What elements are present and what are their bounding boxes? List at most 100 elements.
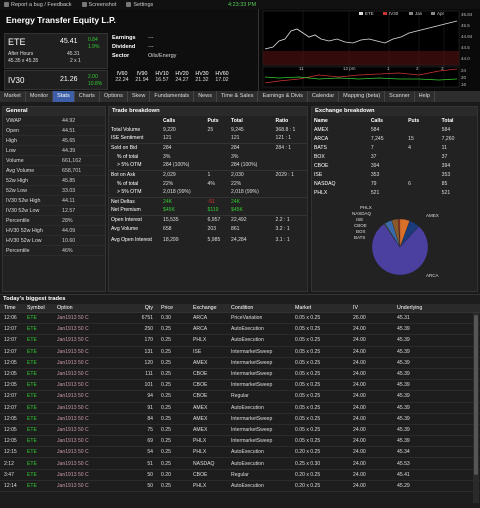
company-name: Energy Transfer Equity L.P. xyxy=(6,15,116,25)
table-row[interactable]: 12:07 ETE Jan1913 50 C 170 0.25 PHLX AutoExecu… xyxy=(0,335,480,347)
table-row: Avg Volume 658 203 861 3.2 : 1 xyxy=(111,225,290,232)
price-tick-2: 45.5 xyxy=(461,23,470,28)
tab-scanner[interactable]: Scanner xyxy=(385,91,415,102)
table-row[interactable]: 2:12 ETE Jan1913 50 C 51 0.25 NASDAQ AutoExecu… xyxy=(0,458,480,470)
tab-market[interactable]: Market xyxy=(0,91,26,102)
exchange-pie-chart: PHLX NASDAQ ISE CBOE BOX BATS AMEX ARCA xyxy=(352,205,439,278)
general-row: Avg Volume 658,701 xyxy=(3,166,105,176)
screenshot-button[interactable]: Screenshot xyxy=(81,2,116,8)
tab-help[interactable]: Help xyxy=(415,91,435,102)
tab-time-sales[interactable]: Time & Sales xyxy=(217,91,259,102)
tab-earnings-divis[interactable]: Earnings & Divis xyxy=(258,91,308,102)
legend-iv30: IV30 xyxy=(389,11,399,16)
tab-monitor[interactable]: Monitor xyxy=(26,91,54,102)
pie-label-phlx: PHLX xyxy=(360,205,372,210)
tab-skew[interactable]: Skew xyxy=(128,91,151,102)
table-row: ARCA 7,245 15 7,260 xyxy=(314,135,455,142)
table-row[interactable]: 12:05 ETE Jan1913 50 C 75 0.25 AMEX Intermarke… xyxy=(0,425,480,437)
iv-tick-2: 20 xyxy=(461,75,467,80)
price-tick-4: 44.5 xyxy=(461,45,470,50)
general-row: IV30 52w Low 12.57 xyxy=(3,206,105,216)
clock: 4:23:33 PM xyxy=(228,1,257,8)
tab-fundamentals[interactable]: Fundamentals xyxy=(150,91,195,102)
table-row[interactable]: 12:05 ETE Jan1913 50 C 101 0.25 CBOE Intermark… xyxy=(0,380,480,392)
legend-jan[interactable]: Jan xyxy=(415,11,423,16)
table-row[interactable]: 12:05 ETE Jan1913 50 C 84 0.25 AMEX Intermarke… xyxy=(0,414,480,425)
iv-hv-summary: IV60 22.24 IV90 21.94 HV10 16.57 HV20 24.27 … xyxy=(115,71,229,83)
iv30-box: IV30 21.26 2.00 10.8% xyxy=(4,70,108,90)
general-row: 52w Low 33.03 xyxy=(3,186,105,196)
after-hours-label: After Hours xyxy=(8,51,34,57)
tab-mapping[interactable]: Mapping (beta) xyxy=(339,91,386,102)
general-row: Percentile 46% xyxy=(3,246,105,256)
trades-scroll-thumb[interactable] xyxy=(474,315,478,475)
bid-ask-size: 2 x 1 xyxy=(70,58,81,64)
table-row[interactable]: 12:14 ETE Jan1913 50 C 50 0.25 PHLX AutoExecut… xyxy=(0,481,480,492)
general-row: HV30 52w High 44.09 xyxy=(3,226,105,236)
table-row: Sold on Bid 284 284 284 : 1 xyxy=(109,142,307,152)
table-row: Avg Open Interest 18,299 5,985 24,284 3.1 : … xyxy=(111,237,290,243)
table-row: Bot on Ask 2,029 1 2,030 2029 : 1 xyxy=(109,169,307,179)
info-list: Earnings --- Dividend --- Sector Oils/Energ… xyxy=(112,33,257,60)
settings-button[interactable]: Settings xyxy=(126,2,153,8)
price-change: 0.84 xyxy=(88,37,98,43)
legend-apr[interactable]: Apr xyxy=(437,11,445,16)
table-row: BATS 7 4 11 xyxy=(314,144,447,151)
table-row: Open Interest 15,535 6,957 22,492 2.2 : 1 xyxy=(109,214,307,224)
pie-label-nasdaq: NASDAQ xyxy=(352,211,372,216)
general-panel: General VWAP 44.92 Open 44.51 High 45.65 Lo… xyxy=(2,106,106,292)
time-tick-1: 11 xyxy=(299,66,304,71)
gear-icon xyxy=(126,2,132,7)
table-header-row: Calls Puts Total Ratio xyxy=(163,117,289,124)
iv30-change: 2.00 xyxy=(88,74,98,80)
last-price: 45.41 xyxy=(60,38,78,45)
table-row: Net Premium $45K $119 $45K xyxy=(111,207,243,214)
general-title: General xyxy=(3,107,105,116)
price-change-pct: 1.9% xyxy=(88,44,100,50)
iv30-value: 21.26 xyxy=(60,76,78,83)
table-row: BOX 37 37 xyxy=(314,153,448,160)
table-row[interactable]: 12:05 ETE Jan1913 50 C 111 0.25 CBOE Intermark… xyxy=(0,369,480,381)
price-tick-3: 44.94 xyxy=(461,34,473,39)
biggest-trades-panel: Today's biggest trades Time Symbol Option Q… xyxy=(0,294,480,508)
tab-options[interactable]: Options xyxy=(100,91,128,102)
table-row: AMEX 584 584 xyxy=(314,126,451,133)
general-row: Open 44.51 xyxy=(3,126,105,136)
report-bug-button[interactable]: Report a bug / Feedback xyxy=(4,2,72,8)
trade-breakdown-panel: Trade breakdown Calls Puts Total Ratio Tota… xyxy=(108,106,308,292)
exchange-breakdown-panel: Exchange breakdown Name Calls Puts Total AM… xyxy=(311,106,478,292)
after-hours-price: 45.31 xyxy=(67,51,80,57)
pie-label-box: BOX xyxy=(356,229,366,234)
iv30-label: IV30 xyxy=(8,76,25,85)
info-sector: Sector Oils/Energy xyxy=(112,52,177,59)
tab-charts[interactable]: Charts xyxy=(75,91,100,102)
intraday-chart[interactable]: 45.84 45.5 44.94 44.5 44.0 24 20 16 11 1… xyxy=(258,9,480,91)
general-row: IV30 52w High 44.11 xyxy=(3,196,105,206)
info-earnings: Earnings --- xyxy=(112,34,154,41)
tab-calendar[interactable]: Calendar xyxy=(308,91,340,102)
table-row[interactable]: 3:47 ETE Jan1913 50 C 50 0.20 CBOE Regular 0.20… xyxy=(0,470,480,481)
trades-list: 12:06 ETE Jan1913 50 C 6751 0.30 ARCA PriceVar… xyxy=(0,313,480,492)
price-tick-1: 45.84 xyxy=(461,12,473,17)
table-row[interactable]: 12:15 ETE Jan1913 50 C 54 0.25 PHLX AutoExecut… xyxy=(0,447,480,459)
table-row[interactable]: 12:07 ETE Jan1913 50 C 131 0.25 ISE Intermarke… xyxy=(0,347,480,358)
table-row: Total Volume 9,220 25 9,245 368.8 : 1 xyxy=(111,126,296,133)
tab-news[interactable]: News xyxy=(194,91,217,102)
tab-stats[interactable]: Stats xyxy=(53,91,75,102)
pie-label-bats: BATS xyxy=(354,235,365,240)
iv-tick-1: 24 xyxy=(461,68,467,73)
trades-header-row: Time Symbol Option Qty Price Exchange Conditio… xyxy=(0,304,480,313)
exchange-breakdown-table: Name Calls Puts Total AMEX 584 584 ARCA 7,245 1… xyxy=(312,116,477,197)
table-row[interactable]: 12:06 ETE Jan1913 50 C 6751 0.30 ARCA PriceVar… xyxy=(0,313,480,325)
table-row[interactable]: 12:07 ETE Jan1913 50 C 94 0.25 CBOE Regular 0.0… xyxy=(0,391,480,403)
general-row: Volume 661,162 xyxy=(3,156,105,166)
quote-header: Energy Transfer Equity L.P. ETE 45.41 0.… xyxy=(0,9,480,91)
top-toolbar: Report a bug / Feedback Screenshot Setti… xyxy=(0,0,480,9)
trade-breakdown-title: Trade breakdown xyxy=(109,107,307,116)
table-row[interactable]: 12:05 ETE Jan1913 50 C 120 0.25 AMEX Intermark… xyxy=(0,358,480,369)
table-row[interactable]: 12:05 ETE Jan1913 50 C 69 0.25 PHLX Intermarke… xyxy=(0,436,480,448)
table-row[interactable]: 12:07 ETE Jan1913 50 C 91 0.25 AMEX AutoExecut… xyxy=(0,403,480,414)
iv-tick-3: 16 xyxy=(461,82,467,87)
table-row[interactable]: 12:07 ETE Jan1913 50 C 250 0.25 ARCA AutoExecu… xyxy=(0,324,480,336)
pie-label-arca: ARCA xyxy=(426,273,439,278)
